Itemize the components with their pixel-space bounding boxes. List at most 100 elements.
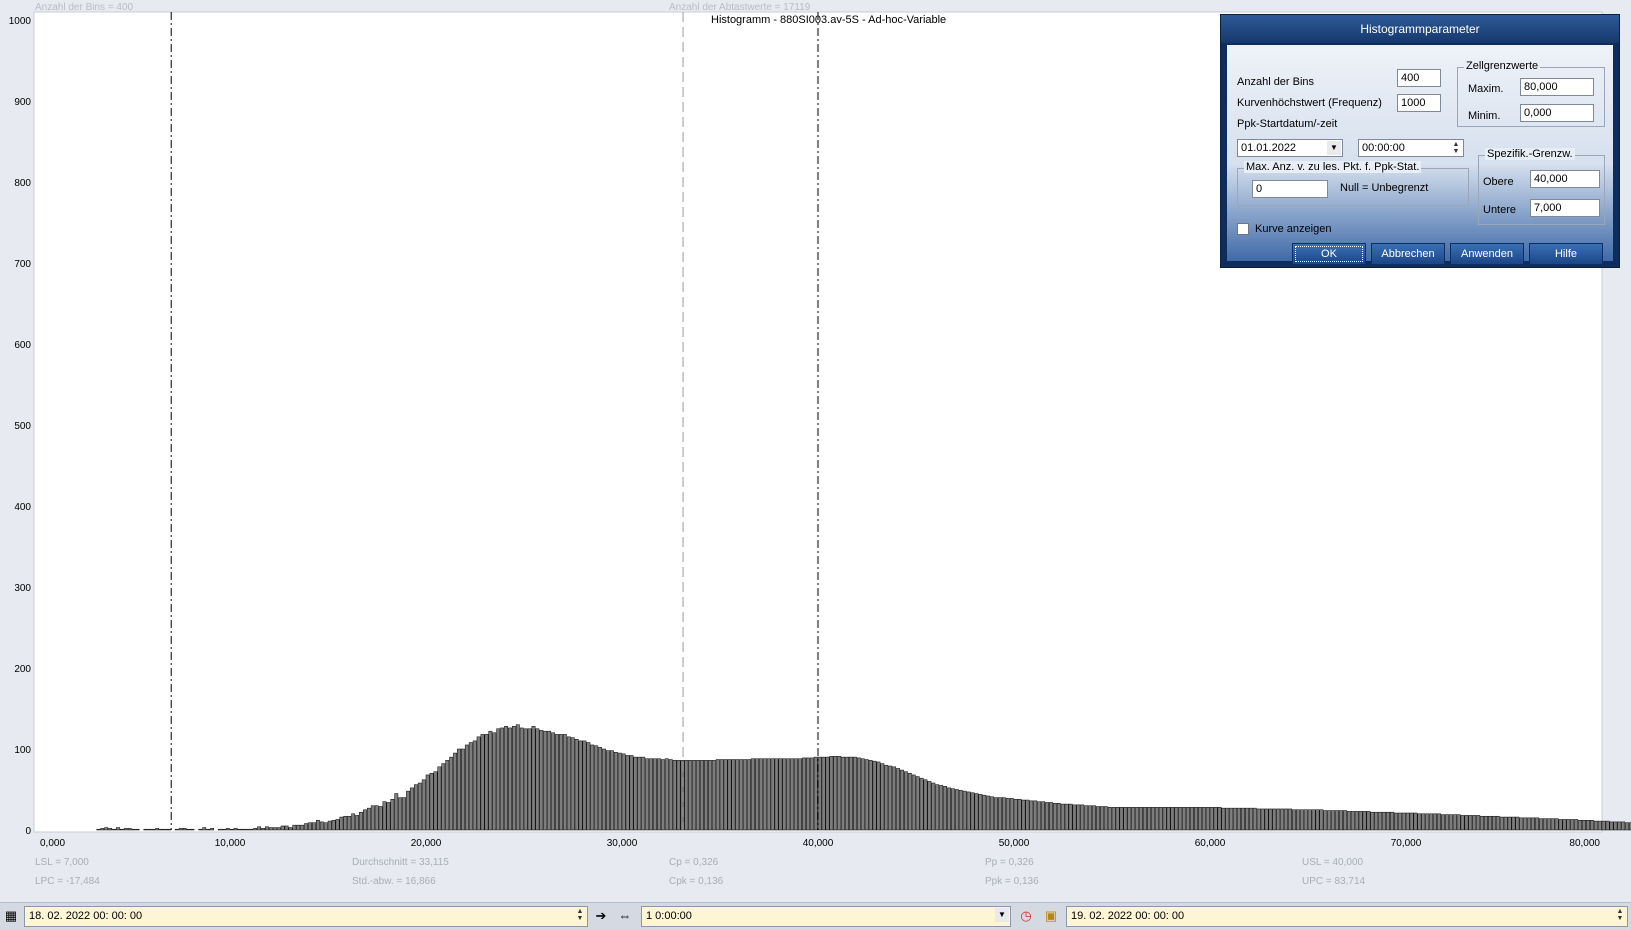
histogram-bar: [645, 758, 650, 831]
histogram-bar: [437, 766, 442, 831]
ppk-date-value: 01.01.2022: [1241, 142, 1297, 154]
samples-info: Anzahl der Abtastwerte = 17119: [669, 2, 811, 13]
histogram-bar: [217, 828, 222, 831]
histogram-bar: [131, 828, 136, 831]
histogram-bar: [1503, 816, 1508, 831]
histogram-bar: [370, 805, 375, 831]
histogram-bar: [994, 797, 998, 831]
histogram-bar: [641, 756, 646, 831]
histogram-bar: [606, 750, 610, 831]
histogram-bar: [743, 759, 748, 831]
histogram-bar: [982, 794, 987, 831]
end-time-field[interactable]: 19. 02. 2022 00: 00: 00 ▲ ▼: [1066, 906, 1628, 927]
histogram-bar: [1437, 813, 1441, 831]
ppk-time-field[interactable]: 00:00:00 ▲ ▼: [1358, 139, 1464, 157]
histogram-bar: [668, 759, 673, 831]
histogram-bar: [1237, 807, 1242, 831]
histogram-bar: [786, 758, 791, 831]
histogram-bar: [300, 824, 305, 831]
help-button[interactable]: Hilfe: [1529, 243, 1603, 265]
histogram-bar: [366, 807, 371, 831]
histogram-bar: [1217, 807, 1222, 831]
histogram-bar: [1162, 807, 1167, 831]
histogram-bar: [1605, 820, 1610, 831]
y-tick-label: 200: [14, 664, 31, 675]
start-time-spinner-icon[interactable]: ▲ ▼: [574, 908, 586, 922]
histogram-bar: [206, 828, 211, 831]
histogram-bar: [1464, 815, 1469, 831]
histogram-bar: [182, 828, 187, 831]
histogram-bar: [1205, 807, 1210, 831]
max-input[interactable]: [1520, 78, 1594, 96]
duration-dropdown-icon[interactable]: ▼: [995, 908, 1009, 922]
apply-button[interactable]: Anwenden: [1450, 243, 1524, 265]
cancel-button[interactable]: Abbrechen: [1371, 243, 1445, 265]
duration-value: 1 0:00:00: [646, 910, 692, 922]
histogram-bar: [1613, 821, 1618, 831]
bins-input[interactable]: [1397, 69, 1441, 87]
histogram-bar: [954, 789, 959, 831]
chart-title: Histogramm - 880SI003.av-5S - Ad-hoc-Var…: [711, 14, 946, 26]
histogram-bar: [1272, 808, 1277, 831]
histogram-bar: [410, 787, 414, 831]
time-spinner-icon[interactable]: ▲ ▼: [1450, 141, 1462, 155]
upper-limit-input[interactable]: [1530, 170, 1600, 188]
histogram-bar: [939, 785, 944, 831]
histogram-bar: [766, 758, 771, 831]
calendar-icon[interactable]: ▦: [2, 907, 20, 925]
histogram-bar: [1350, 811, 1355, 831]
histogram-bar: [1331, 810, 1336, 831]
histogram-bar: [829, 756, 834, 831]
lower-limit-input[interactable]: [1530, 199, 1600, 217]
x-tick-label: 30,000: [607, 838, 638, 849]
histogram-bar: [853, 756, 857, 831]
histogram-bar: [951, 788, 955, 831]
histogram-bar: [1597, 820, 1602, 831]
max-points-hint: Null = Unbegrenzt: [1340, 182, 1429, 194]
pp-stat: Pp = 0,326: [985, 857, 1034, 868]
max-points-input[interactable]: [1252, 180, 1328, 198]
histogram-bar: [1299, 809, 1304, 831]
histogram-bar: [1017, 798, 1022, 831]
histogram-bar: [147, 828, 152, 831]
lock-icon[interactable]: ▣: [1042, 907, 1060, 925]
histogram-bar: [1260, 808, 1265, 831]
histogram-bar: [1001, 797, 1006, 831]
collapse-arrows-icon[interactable]: ➔: [592, 907, 610, 925]
histogram-bar: [578, 740, 583, 831]
histogram-bar: [1182, 807, 1187, 831]
start-time-field[interactable]: 18. 02. 2022 00: 00: 00 ▲ ▼: [24, 906, 588, 927]
upper-label: Obere: [1483, 176, 1514, 188]
histogram-bar: [696, 760, 701, 831]
expand-arrows-icon[interactable]: ⇔: [616, 907, 634, 925]
histogram-bar: [676, 760, 681, 831]
y-tick-label: 500: [14, 421, 31, 432]
histogram-bar: [719, 759, 724, 831]
histogram-bar: [116, 827, 120, 831]
histogram-bar: [762, 758, 767, 831]
histogram-bar: [143, 828, 148, 831]
histogram-bar: [257, 826, 262, 831]
histogram-bar: [547, 730, 552, 831]
curve-max-input[interactable]: [1397, 94, 1441, 112]
histogram-bar: [1456, 814, 1461, 831]
histogram-bar: [1566, 819, 1571, 831]
min-input[interactable]: [1520, 104, 1594, 122]
clock-icon[interactable]: ◷: [1017, 907, 1035, 925]
ppk-date-combo[interactable]: 01.01.2022 ▼: [1237, 139, 1343, 157]
histogram-bar: [421, 779, 426, 831]
histogram-bar: [684, 760, 689, 831]
histogram-bar: [429, 773, 434, 831]
ok-button[interactable]: OK: [1292, 243, 1366, 265]
histogram-bar: [958, 790, 963, 831]
histogram-bar: [692, 760, 697, 831]
ppk-time-value: 00:00:00: [1362, 142, 1405, 154]
duration-field[interactable]: 1 0:00:00 ▼: [641, 906, 1011, 927]
histogram-bar: [727, 759, 732, 831]
end-time-spinner-icon[interactable]: ▲ ▼: [1614, 908, 1626, 922]
chevron-down-icon[interactable]: ▼: [1327, 141, 1341, 155]
spec-limits-title: Spezifik.-Grenzw.: [1485, 148, 1575, 160]
show-curve-checkbox[interactable]: [1237, 223, 1249, 235]
histogram-bar: [1370, 811, 1375, 831]
dialog-title[interactable]: Histogrammparameter: [1221, 15, 1619, 43]
